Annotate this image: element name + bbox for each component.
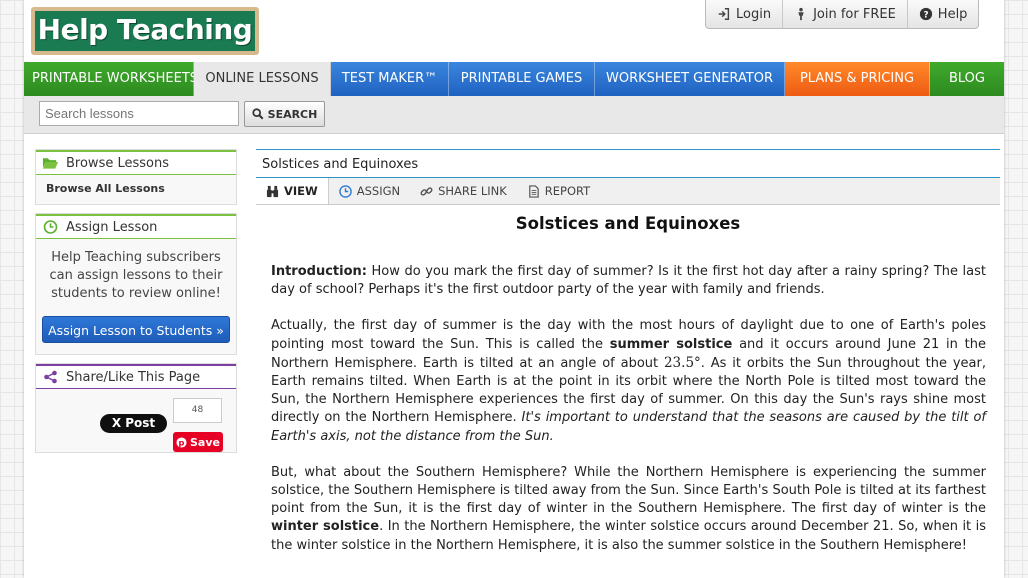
join-button[interactable]: Join for FREE	[783, 0, 908, 28]
help-teaching-logo[interactable]: Help Teaching	[31, 7, 259, 55]
lesson-title: Solstices and Equinoxes	[515, 214, 741, 233]
browse-lessons-title: Browse Lessons	[66, 155, 169, 171]
tab-view[interactable]: VIEW	[256, 178, 329, 204]
assign-lesson-title: Assign Lesson	[66, 219, 158, 235]
tab-assign[interactable]: ASSIGN	[329, 178, 410, 204]
browse-lessons-panel: Browse Lessons Browse All Lessons	[35, 149, 237, 205]
southern-hemisphere-paragraph: But, what about the Southern Hemisphere?…	[271, 464, 986, 555]
person-icon	[798, 7, 804, 21]
account-toolbar: Login Join for FREE ? Help	[705, 0, 980, 29]
tab-view-label: VIEW	[284, 184, 318, 198]
clock-icon	[43, 220, 58, 234]
winter-solstice-term: winter solstice	[271, 519, 380, 535]
lesson-body: Introduction: How do you mark the first …	[271, 263, 986, 573]
assign-lesson-header: Assign Lesson	[36, 214, 236, 239]
help-label: Help	[937, 6, 968, 22]
search-button[interactable]: SEARCH	[244, 101, 325, 127]
tilt-angle-value: 23.5°	[663, 354, 701, 371]
assign-lesson-panel: Assign Lesson Help Teaching subscribers …	[35, 213, 237, 355]
breadcrumb: Solstices and Equinoxes	[256, 149, 1000, 178]
lesson-content: Solstices and Equinoxes VIEW ASSIGN SHAR…	[256, 149, 1000, 578]
nav-online-lessons[interactable]: ONLINE LESSONS	[194, 62, 331, 96]
join-label: Join for FREE	[813, 6, 896, 22]
share-alt-icon	[44, 370, 57, 384]
binoculars-icon	[266, 185, 279, 197]
x-post-button[interactable]: X Post	[100, 414, 167, 433]
browse-lessons-header: Browse Lessons	[36, 150, 236, 175]
search-input[interactable]	[39, 101, 239, 126]
paragraph-text: . In the Northern Hemisphere, the winter…	[271, 519, 987, 553]
question-circle-icon: ?	[919, 7, 932, 21]
clock-icon	[338, 184, 352, 198]
share-panel: Share/Like This Page X Post 48 p Save	[35, 363, 237, 453]
nav-worksheet-generator[interactable]: WORKSHEET GENERATOR	[595, 62, 785, 96]
share-title: Share/Like This Page	[66, 369, 201, 385]
file-text-icon	[528, 184, 539, 198]
introduction-text: How do you mark the first day of summer?…	[271, 264, 986, 298]
folder-open-icon	[42, 158, 59, 169]
introduction-paragraph: Introduction: How do you mark the first …	[271, 263, 986, 299]
summer-solstice-paragraph: Actually, the first day of summer is the…	[271, 317, 986, 445]
pinterest-save-label: Save	[190, 435, 220, 449]
svg-text:p: p	[179, 437, 185, 447]
tab-assign-label: ASSIGN	[356, 184, 401, 198]
introduction-lead: Introduction:	[271, 264, 367, 279]
link-icon	[420, 186, 433, 196]
assign-lesson-description: Help Teaching subscribers can assign les…	[49, 250, 223, 301]
lesson-tabs: VIEW ASSIGN SHARE LINK REPORT	[256, 178, 1000, 205]
nav-printable-games[interactable]: PRINTABLE GAMES	[449, 62, 595, 96]
tab-report-label: REPORT	[544, 184, 591, 198]
browse-all-lessons-link[interactable]: Browse All Lessons	[36, 175, 236, 202]
share-header: Share/Like This Page	[36, 364, 236, 389]
main-navigation: PRINTABLE WORKSHEETS ONLINE LESSONS TEST…	[24, 62, 1004, 96]
paragraph-text: But, what about the Southern Hemisphere?…	[271, 464, 986, 517]
tab-share-link-label: SHARE LINK	[438, 184, 507, 198]
help-button[interactable]: ? Help	[908, 0, 979, 28]
login-label: Login	[736, 6, 772, 22]
pinterest-icon: p	[176, 436, 187, 447]
assign-lesson-button[interactable]: Assign Lesson to Students »	[42, 316, 230, 343]
pinterest-save-button[interactable]: p Save	[173, 432, 223, 452]
tab-share-link[interactable]: SHARE LINK	[410, 178, 517, 204]
tab-report[interactable]: REPORT	[517, 178, 600, 204]
page-container: Help Teaching Login Join for FREE ? Help…	[24, 0, 1004, 578]
search-button-label: SEARCH	[267, 107, 318, 121]
nav-blog[interactable]: BLOG	[930, 62, 1004, 96]
nav-printable-worksheets[interactable]: PRINTABLE WORKSHEETS	[24, 62, 198, 96]
svg-text:?: ?	[923, 11, 928, 21]
login-button[interactable]: Login	[706, 0, 784, 28]
search-bar: SEARCH	[24, 96, 1004, 134]
nav-plans-pricing[interactable]: PLANS & PRICING	[785, 62, 930, 96]
search-icon	[252, 108, 264, 120]
pin-count-badge: 48	[173, 398, 222, 423]
summer-solstice-term: summer solstice	[609, 336, 733, 352]
sign-in-icon	[718, 8, 730, 20]
nav-test-maker[interactable]: TEST MAKER™	[331, 62, 449, 96]
